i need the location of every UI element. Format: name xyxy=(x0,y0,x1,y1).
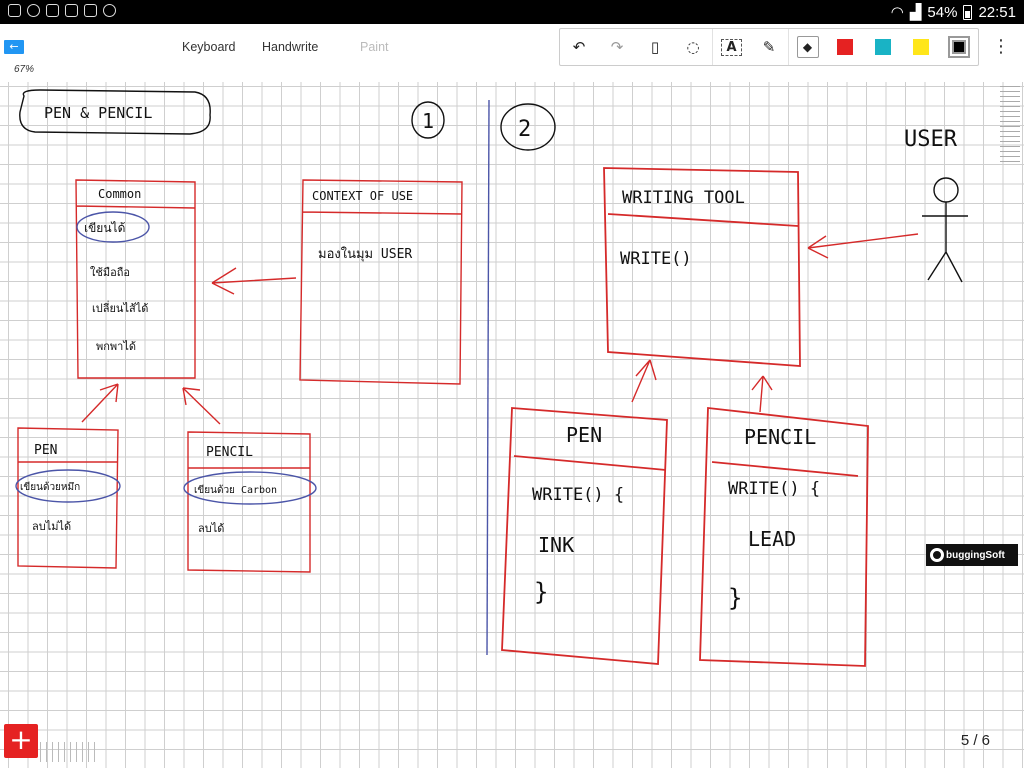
clock: 22:51 xyxy=(978,3,1016,21)
eraser-button[interactable]: ◆ xyxy=(788,29,826,65)
sync-notification-icon xyxy=(27,4,40,17)
app-toolbar: ← Keyboard Handwrite Paint ↶ ↷ ▯ ◌ A ✎ ◆… xyxy=(0,24,1024,70)
pencil-class-close: } xyxy=(728,584,742,612)
pen-icon[interactable]: ✎ xyxy=(750,29,788,65)
note-canvas[interactable]: PEN & PENCIL 1 2 Common เขียนได้ ใช้มือถ… xyxy=(0,82,1024,768)
pen-class-header: PEN xyxy=(566,423,602,447)
writing-tool-method: WRITE() xyxy=(620,249,692,269)
status-bar: ◠ ▟ 54% 22:51 xyxy=(0,0,1024,24)
clipboard-icon[interactable]: ▯ xyxy=(636,29,674,65)
user-body xyxy=(922,202,968,283)
arrow-pen-to-common xyxy=(81,383,119,423)
redo-icon[interactable]: ↷ xyxy=(598,29,636,65)
page-marker-1: 1 xyxy=(422,109,434,133)
scroll-indicator[interactable] xyxy=(1000,86,1020,166)
title-text: PEN & PENCIL xyxy=(44,104,152,122)
pen-class-body: INK xyxy=(538,533,574,557)
notification-icons xyxy=(8,4,116,17)
back-arrow-icon[interactable]: ← xyxy=(4,40,24,54)
watermark-text: buggingSoft xyxy=(946,549,1005,561)
gear-icon xyxy=(930,548,944,562)
arrow-pen-to-writing-tool xyxy=(631,359,657,403)
arrow-pencil-to-writing-tool xyxy=(751,375,773,413)
text-tool-button[interactable]: A xyxy=(712,29,750,65)
user-head xyxy=(933,177,959,203)
black-swatch xyxy=(952,40,966,54)
teal-swatch xyxy=(875,39,891,55)
common-item-2: ใช้มือถือ xyxy=(90,266,130,279)
pencil-line-1: เขียนด้วย Carbon xyxy=(194,484,277,496)
context-box-frame xyxy=(299,179,463,385)
color-red[interactable] xyxy=(826,29,864,65)
context-body: มองในมุม USER xyxy=(318,246,412,262)
wifi-icon: ◠ xyxy=(890,4,904,21)
arrow-pencil-to-common xyxy=(182,387,221,425)
battery-percent: 54% xyxy=(927,3,958,21)
pencil-class-body: LEAD xyxy=(748,527,796,551)
yellow-swatch xyxy=(913,39,929,55)
actor-label: USER xyxy=(904,127,958,152)
page-thumbnail-strip[interactable] xyxy=(40,742,95,762)
common-item-4: พกพาได้ xyxy=(96,340,136,353)
tab-handwrite[interactable]: Handwrite xyxy=(262,40,318,54)
arrow-user-to-writing-tool xyxy=(807,233,919,259)
common-item-1: เขียนได้ xyxy=(84,221,125,235)
pencil-line-2: ลบได้ xyxy=(198,522,224,535)
pen-tool-strip: ↶ ↷ ▯ ◌ A ✎ ◆ xyxy=(559,28,979,66)
gallery-notification-icon xyxy=(46,4,59,17)
pen-line-1: เขียนด้วยหมึก xyxy=(20,481,80,493)
handwriting-layer: PEN & PENCIL 1 2 Common เขียนได้ ใช้มือถ… xyxy=(15,89,968,667)
section-divider xyxy=(486,99,490,656)
tab-keyboard[interactable]: Keyboard xyxy=(182,40,236,54)
more-options-icon[interactable]: ⋮ xyxy=(992,38,1010,56)
context-header: CONTEXT OF USE xyxy=(312,189,413,203)
common-header: Common xyxy=(98,187,141,201)
watermark-logo: buggingSoft xyxy=(926,544,1018,566)
pencil-header: PENCIL xyxy=(206,445,253,460)
add-page-button[interactable]: + xyxy=(4,724,38,758)
pencil-class-header: PENCIL xyxy=(744,425,816,449)
tab-paint[interactable]: Paint xyxy=(360,40,389,54)
upload-notification-icon xyxy=(84,4,97,17)
page-marker-2: 2 xyxy=(518,117,531,142)
zoom-level: 67% xyxy=(14,64,35,75)
lasso-icon[interactable]: ◌ xyxy=(674,29,712,65)
color-black[interactable] xyxy=(940,29,978,65)
undo-icon[interactable]: ↶ xyxy=(560,29,598,65)
pen-class-close: } xyxy=(534,578,548,606)
eraser-icon: ◆ xyxy=(796,36,819,58)
pen-class-method: WRITE() { xyxy=(532,485,624,505)
image-notification-icon xyxy=(65,4,78,17)
text-tool-label: A xyxy=(721,38,742,56)
battery-icon xyxy=(963,4,973,20)
black-swatch-frame xyxy=(948,36,970,58)
signal-icon: ▟ xyxy=(909,4,922,21)
common-item-3: เปลี่ยนไส้ได้ xyxy=(92,300,148,315)
pencil-class-method: WRITE() { xyxy=(728,479,820,499)
pen-line-2: ลบไม่ได้ xyxy=(32,520,71,533)
system-status: ◠ ▟ 54% 22:51 xyxy=(890,3,1016,22)
arrow-context-to-common xyxy=(211,267,297,295)
pen-header: PEN xyxy=(34,443,57,458)
color-teal[interactable] xyxy=(864,29,902,65)
page-indicator: 5 / 6 xyxy=(960,732,990,749)
red-swatch xyxy=(837,39,853,55)
settings-notification-icon xyxy=(103,4,116,17)
app-notification-icon xyxy=(8,4,21,17)
color-yellow[interactable] xyxy=(902,29,940,65)
writing-tool-header: WRITING TOOL xyxy=(622,188,745,208)
